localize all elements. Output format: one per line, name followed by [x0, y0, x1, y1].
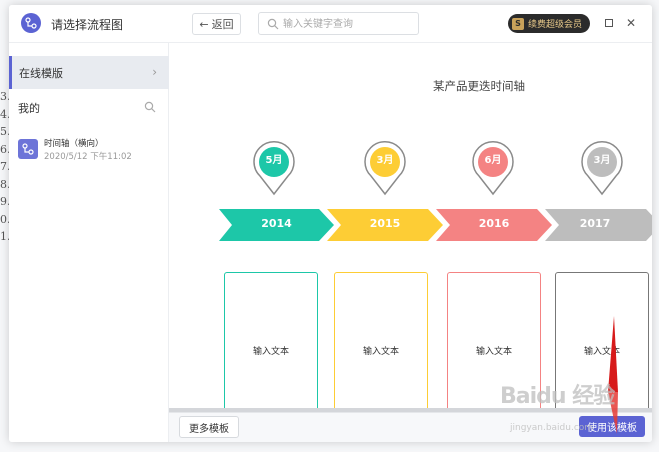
baidu-watermark-url: jingyan.baidu.com [510, 423, 594, 433]
vip-label: 续费超级会员 [528, 20, 583, 30]
milestone-pin-3: 6月 [470, 140, 516, 196]
sidebar-item-mine[interactable]: 我的 [18, 100, 40, 116]
dialog-title: 请选择流程图 [51, 18, 124, 32]
timeline-arrow-4: 2017 [545, 209, 652, 241]
file-list-item[interactable]: 时间轴（横向） 2020/5/12 下午11:02 [18, 137, 168, 165]
milestone-month: 6月 [484, 155, 502, 166]
back-label: 返回 [211, 18, 234, 31]
dialog-titlebar: 请选择流程图 ← 返回 S 续费超级会员 ✕ [9, 5, 652, 43]
timeline-arrow-2: 2015 [327, 209, 443, 241]
search-icon [267, 18, 279, 30]
file-date: 2020/5/12 下午11:02 [44, 152, 132, 162]
milestone-pin-1: 5月 [251, 140, 297, 196]
milestone-card-1: 输入文本 [224, 272, 318, 408]
card-text: 输入文本 [583, 347, 620, 357]
flowchart-file-icon [18, 139, 38, 159]
chevron-right-icon: › [152, 65, 157, 79]
close-button[interactable]: ✕ [622, 14, 640, 32]
square-icon [605, 19, 613, 27]
milestone-month: 3月 [593, 155, 611, 166]
milestone-month: 5月 [265, 155, 283, 166]
sidebar: 在线模版 › 我的 时间轴（横向） 2020/5/12 下午11:02 [9, 43, 169, 442]
close-icon: ✕ [625, 16, 637, 30]
milestone-pin-4: 3月 [579, 140, 625, 196]
milestone-card-2: 输入文本 [334, 272, 428, 408]
flowchart-logo-icon [21, 13, 41, 33]
sidebar-item-online-templates[interactable]: 在线模版 › [9, 56, 169, 89]
template-preview: 某产品更迭时间轴 5月 3月 6月 3月 2014 2015 2016 2017… [169, 43, 652, 408]
card-text: 输入文本 [252, 347, 289, 357]
baidu-watermark: Baidu 经验 [500, 384, 615, 409]
card-text: 输入文本 [362, 347, 399, 357]
sidebar-item-label: 在线模版 [19, 66, 63, 80]
timeline-year: 2015 [369, 217, 401, 230]
search-input[interactable] [283, 16, 413, 32]
card-text: 输入文本 [475, 347, 512, 357]
maximize-button[interactable] [600, 14, 618, 32]
milestone-month: 3月 [376, 155, 394, 166]
preview-title: 某产品更迭时间轴 [433, 79, 525, 93]
timeline-arrow-3: 2016 [436, 209, 552, 241]
arrow-left-icon: ← [199, 17, 209, 31]
timeline-year: 2016 [478, 217, 510, 230]
file-name: 时间轴（横向） [44, 139, 104, 149]
template-dialog: 请选择流程图 ← 返回 S 续费超级会员 ✕ 在线模版 › 我的 [9, 5, 652, 442]
timeline-year: 2017 [579, 217, 611, 230]
search-field[interactable] [258, 12, 419, 35]
milestone-pin-2: 3月 [362, 140, 408, 196]
red-pointer-annotation-icon [608, 316, 618, 434]
more-templates-button[interactable]: 更多模板 [179, 416, 239, 438]
vip-renew-button[interactable]: S 续费超级会员 [508, 14, 591, 33]
timeline-arrow-1: 2014 [219, 209, 334, 241]
search-icon[interactable] [144, 101, 156, 113]
vip-crown-icon: S [512, 17, 524, 30]
timeline-year: 2014 [261, 217, 292, 230]
back-button[interactable]: ← 返回 [192, 13, 241, 35]
